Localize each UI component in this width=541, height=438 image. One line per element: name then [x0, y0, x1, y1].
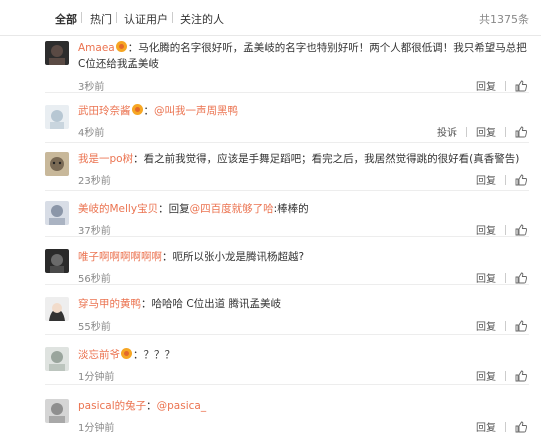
comment-content: ：回复 — [158, 203, 190, 215]
comment-content: ： — [146, 400, 157, 412]
comment-content: ：哈哈哈 C位出道 腾讯孟美岐 — [141, 298, 282, 310]
tab-divider — [116, 12, 117, 23]
mention-link[interactable]: @四百度就够了哈 — [190, 203, 274, 215]
action-divider — [505, 126, 506, 137]
comment-time: 1分钟前 — [78, 423, 115, 434]
comment-text-block: Amaea ：马化腾的名字很好听，孟美岐的名字也特别好听！两个人都很低调！我只希望… — [78, 40, 527, 72]
action-divider — [505, 224, 506, 235]
tab-divider — [172, 12, 173, 23]
comment-total-count: 共1375条 — [479, 13, 529, 26]
tab-verified[interactable]: 认证用户 — [124, 11, 168, 27]
avatar[interactable] — [45, 41, 69, 65]
comment-username[interactable]: Amaea — [78, 42, 115, 54]
comment-time: 37秒前 — [78, 226, 111, 237]
comment-username[interactable]: 武田玲奈酱 — [78, 105, 131, 117]
comment-text-block: 穿马甲的黄鸭：哈哈哈 C位出道 腾讯孟美岐 — [78, 296, 527, 312]
comment-item: 淡忘前爷 ：？？？ 1分钟前 回复 — [0, 335, 541, 385]
comment-username[interactable]: 我是一po树 — [78, 153, 133, 165]
reply-button[interactable]: 回复 — [476, 124, 496, 139]
thumbs-up-icon[interactable] — [515, 421, 527, 433]
reply-button[interactable]: 回复 — [476, 270, 496, 285]
report-button[interactable]: 投诉 — [437, 124, 457, 139]
comment-text-block: 淡忘前爷 ：？？？ — [78, 347, 527, 363]
reply-button[interactable]: 回复 — [476, 222, 496, 237]
comment-username[interactable]: 美岐的Melly宝贝 — [78, 203, 158, 215]
action-divider — [466, 126, 467, 137]
comment-actions: 投诉 回复 — [437, 124, 527, 139]
comment-actions: 回复 — [476, 172, 527, 187]
comment-username[interactable]: 淡忘前爷 — [78, 349, 120, 361]
comment-content: ：呃所以张小龙是腾讯杨超越? — [162, 251, 305, 263]
reply-button[interactable]: 回复 — [476, 172, 496, 187]
tab-hot[interactable]: 热门 — [90, 11, 112, 27]
member-badge-icon — [131, 104, 143, 115]
avatar[interactable] — [45, 347, 69, 371]
action-divider — [505, 174, 506, 185]
thumbs-up-icon[interactable] — [515, 126, 527, 138]
reply-button[interactable]: 回复 — [476, 78, 496, 93]
comment-time: 56秒前 — [78, 274, 111, 285]
tab-following[interactable]: 关注的人 — [180, 11, 224, 27]
comment-time: 4秒前 — [78, 128, 105, 139]
comment-text-block: 武田玲奈酱 ：@叫我一声周黑鸭 — [78, 103, 527, 119]
comment-content: ：马化腾的名字很好听，孟美岐的名字也特别好听！两个人都很低调！我只希望马总把C位… — [78, 42, 527, 70]
comment-username[interactable]: 唯子啊啊啊啊啊啊 — [78, 251, 162, 263]
mention-link[interactable]: @pasica_ — [157, 400, 206, 412]
comment-content: ：？？？ — [133, 349, 175, 361]
comment-text-block: 我是一po树：看之前我觉得，应该是手舞足蹈吧；看完之后，我居然觉得跳的很好看(真… — [78, 151, 527, 167]
action-divider — [505, 370, 506, 381]
avatar[interactable] — [45, 152, 69, 176]
comment-item: 穿马甲的黄鸭：哈哈哈 C位出道 腾讯孟美岐 55秒前 回复 — [0, 285, 541, 335]
action-divider — [505, 272, 506, 283]
action-divider — [505, 421, 506, 432]
action-divider — [505, 80, 506, 91]
comment-text-block: pasical的兔子：@pasica_ — [78, 398, 527, 414]
comment-actions: 回复 — [476, 78, 527, 93]
comment-username[interactable]: 穿马甲的黄鸭 — [78, 298, 141, 310]
thumbs-up-icon[interactable] — [515, 320, 527, 332]
tab-all[interactable]: 全部 — [55, 11, 77, 27]
comment-actions: 回复 — [476, 318, 527, 333]
comment-actions: 回复 — [476, 419, 527, 434]
comment-actions: 回复 — [476, 222, 527, 237]
comment-filter-tabs: 全部 热门 认证用户 关注的人 共1375条 — [0, 0, 541, 36]
thumbs-up-icon[interactable] — [515, 174, 527, 186]
thumbs-up-icon[interactable] — [515, 272, 527, 284]
comment-text-block: 美岐的Melly宝贝：回复@四百度就够了哈:棒棒的 — [78, 201, 527, 217]
comment-item: 武田玲奈酱 ：@叫我一声周黑鸭 4秒前 投诉 回复 — [0, 93, 541, 143]
thumbs-up-icon[interactable] — [515, 370, 527, 382]
comment-item: 我是一po树：看之前我觉得，应该是手舞足蹈吧；看完之后，我居然觉得跳的很好看(真… — [0, 143, 541, 191]
comment-time: 23秒前 — [78, 176, 111, 187]
reply-button[interactable]: 回复 — [476, 419, 496, 434]
avatar[interactable] — [45, 249, 69, 273]
comment-item: 美岐的Melly宝贝：回复@四百度就够了哈:棒棒的 37秒前 回复 — [0, 191, 541, 237]
comment-content: ：看之前我觉得，应该是手舞足蹈吧；看完之后，我居然觉得跳的很好看(真香警告) — [133, 153, 520, 165]
thumbs-up-icon[interactable] — [515, 224, 527, 236]
member-badge-icon — [121, 348, 132, 359]
avatar[interactable] — [45, 297, 69, 321]
comment-time: 3秒前 — [78, 82, 105, 93]
tab-divider — [81, 12, 82, 23]
comment-content-suffix: :棒棒的 — [273, 203, 309, 215]
comment-actions: 回复 — [476, 368, 527, 383]
reply-button[interactable]: 回复 — [476, 318, 496, 333]
comment-time: 1分钟前 — [78, 372, 115, 383]
mention-link[interactable]: @叫我一声周黑鸭 — [154, 105, 238, 117]
comment-item: pasical的兔子：@pasica_ 1分钟前 回复 — [0, 385, 541, 438]
comment-item: Amaea ：马化腾的名字很好听，孟美岐的名字也特别好听！两个人都很低调！我只希望… — [0, 37, 541, 93]
member-badge-icon — [115, 41, 127, 52]
avatar[interactable] — [45, 201, 69, 225]
thumbs-up-icon[interactable] — [515, 80, 527, 92]
comment-username[interactable]: pasical的兔子 — [78, 400, 146, 412]
avatar[interactable] — [45, 399, 69, 423]
comment-actions: 回复 — [476, 270, 527, 285]
avatar[interactable] — [45, 105, 69, 129]
comment-text-block: 唯子啊啊啊啊啊啊：呃所以张小龙是腾讯杨超越? — [78, 249, 527, 265]
action-divider — [505, 320, 506, 331]
comment-content: ： — [143, 105, 155, 117]
comment-time: 55秒前 — [78, 322, 111, 333]
comment-item: 唯子啊啊啊啊啊啊：呃所以张小龙是腾讯杨超越? 56秒前 回复 — [0, 237, 541, 285]
reply-button[interactable]: 回复 — [476, 368, 496, 383]
